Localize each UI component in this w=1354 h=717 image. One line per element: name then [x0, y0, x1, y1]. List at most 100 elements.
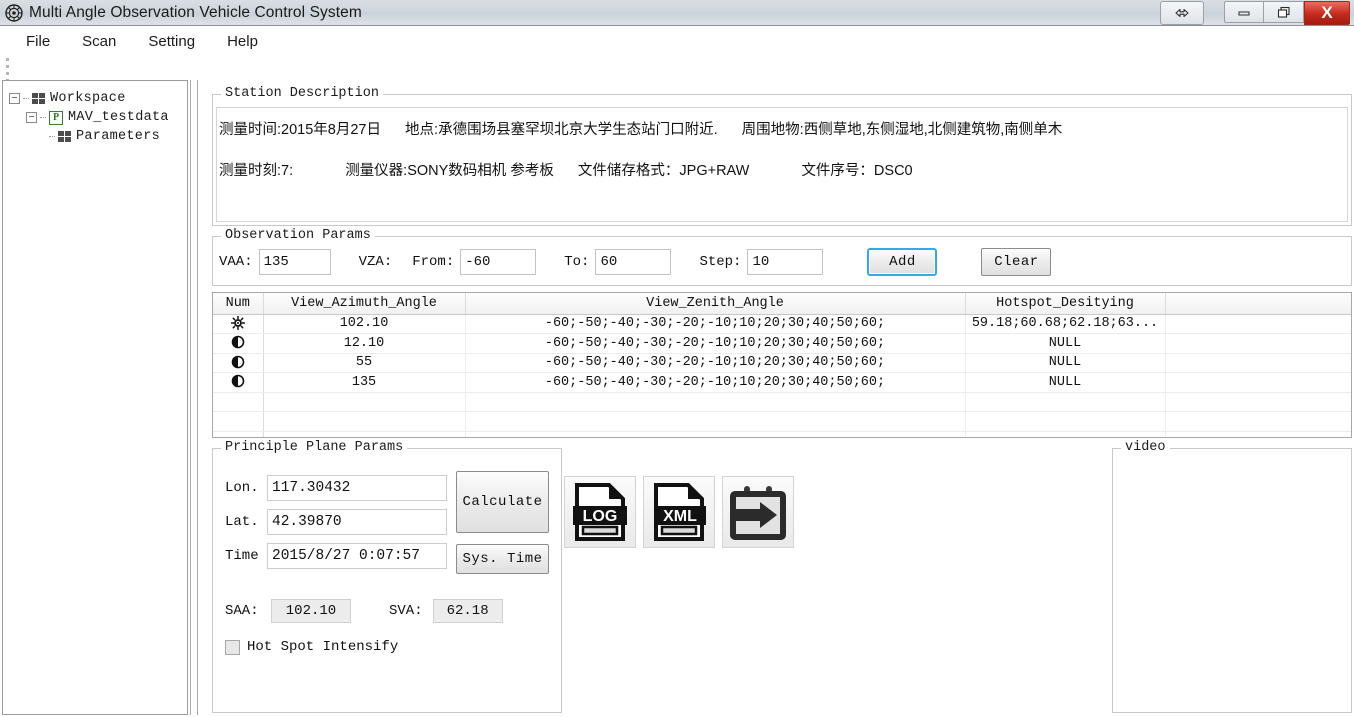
window-title: Multi Angle Observation Vehicle Control …	[29, 3, 362, 21]
row-num-cell	[213, 372, 264, 393]
table-row[interactable]: 102.10 -60;-50;-40;-30;-20;-10;10;20;30;…	[213, 314, 1351, 334]
menu-item-help[interactable]: Help	[213, 30, 272, 53]
surroundings-text: 周围地物:西侧草地,东侧湿地,北侧建筑物,南侧单木	[741, 122, 1063, 138]
observation-params-group: Observation Params VAA: 135 VZA: From: -…	[212, 228, 1352, 286]
observation-table[interactable]: Num View_Azimuth_Angle View_Zenith_Angle…	[212, 292, 1352, 438]
svg-text:LOG: LOG	[583, 508, 618, 525]
table-row-empty[interactable]	[213, 411, 1351, 432]
close-button[interactable]: X	[1304, 0, 1350, 25]
from-label: From:	[412, 254, 455, 270]
half-moon-icon	[231, 375, 245, 388]
hot-spot-intensify-checkbox[interactable]	[225, 639, 240, 655]
row-extra-cell	[1165, 353, 1351, 373]
station-description-group: Station Description 测量时间:2015年8月27日 地点:承…	[212, 86, 1352, 226]
row-num-cell	[213, 314, 264, 334]
table-row-empty[interactable]	[213, 392, 1351, 412]
calculate-button[interactable]: Calculate	[456, 471, 549, 533]
table-row[interactable]: 55 -60;-50;-40;-30;-20;-10;10;20;30;40;5…	[213, 353, 1351, 373]
svg-text:XML: XML	[663, 508, 697, 525]
row-hotspot-cell: NULL	[965, 372, 1166, 393]
column-header-view-zenith-angle[interactable]: View_Zenith_Angle	[465, 293, 966, 315]
row-hotspot-cell: NULL	[965, 333, 1166, 354]
row-extra-cell	[1165, 333, 1351, 354]
sva-label: SVA:	[389, 603, 423, 619]
hot-spot-intensify-label: Hot Spot Intensify	[247, 639, 399, 655]
lat-row: Lat. 42.39870	[225, 509, 447, 535]
vza-from-input[interactable]: -60	[460, 249, 537, 275]
vza-to-input[interactable]: 60	[595, 249, 672, 275]
clear-button[interactable]: Clear	[981, 248, 1052, 276]
video-group: video	[1112, 440, 1352, 713]
row-extra-cell	[1165, 372, 1351, 393]
observation-params-row: VAA: 135 VZA: From: -60 To: 60 Step: 10 …	[219, 245, 1347, 279]
tree-node-label: Workspace	[50, 91, 126, 106]
saa-label: SAA:	[225, 603, 259, 619]
step-label: Step:	[699, 254, 742, 270]
column-header-hotspot-desitying[interactable]: Hotspot_Desitying	[965, 293, 1166, 315]
tree-node-mav-testdata[interactable]: − P MAV_testdata	[9, 108, 187, 127]
menu-bar: File Scan Setting Help	[0, 26, 1354, 57]
row-zenith-cell: -60;-50;-40;-30;-20;-10;10;20;30;40;50;6…	[465, 333, 966, 354]
file-format-text: 文件储存格式：JPG+RAW	[577, 163, 750, 179]
measure-moment-text: 测量时刻:7:	[219, 163, 294, 179]
log-file-icon: LOG	[573, 483, 627, 541]
minimize-icon	[1238, 11, 1250, 15]
row-hotspot-cell: 59.18;60.68;62.18;63...	[965, 314, 1166, 334]
tree-node-label: Parameters	[76, 129, 161, 144]
column-header-num[interactable]: Num	[213, 293, 264, 315]
vza-label: VZA:	[358, 254, 393, 270]
resize-arrows-icon	[1175, 8, 1189, 17]
half-moon-icon	[231, 355, 245, 369]
export-button[interactable]	[722, 476, 794, 548]
add-button[interactable]: Add	[867, 248, 938, 276]
minimize-button[interactable]	[1224, 0, 1264, 23]
row-azimuth-cell: 135	[263, 372, 466, 393]
row-azimuth-cell: 12.10	[263, 333, 466, 354]
toolbar-gripper[interactable]	[6, 58, 11, 82]
observation-params-legend: Observation Params	[221, 228, 375, 243]
menu-item-scan[interactable]: Scan	[68, 30, 130, 53]
time-label: Time	[225, 548, 259, 564]
tree-dots	[49, 136, 55, 137]
row-extra-cell	[1165, 314, 1351, 334]
hotspot-intensify-row[interactable]: Hot Spot Intensify	[225, 639, 398, 655]
table-row[interactable]: 12.10 -60;-50;-40;-30;-20;-10;10;20;30;4…	[213, 333, 1351, 354]
instrument-text: 测量仪器:SONY数码相机 参考板	[345, 163, 554, 179]
sys-time-button[interactable]: Sys. Time	[456, 544, 549, 574]
row-num-cell	[213, 353, 264, 373]
log-file-button[interactable]: LOG	[564, 476, 636, 548]
lat-input[interactable]: 42.39870	[267, 509, 447, 535]
tree-node-parameters[interactable]: Parameters	[9, 127, 187, 146]
table-row-empty[interactable]	[213, 431, 1351, 437]
expander-minus-icon[interactable]: −	[9, 93, 20, 104]
tree-dots	[40, 117, 46, 118]
vaa-input[interactable]: 135	[258, 249, 331, 275]
to-label: To:	[564, 254, 590, 270]
window-controls: X	[1224, 0, 1350, 25]
app-wheel-icon	[5, 3, 23, 22]
measure-time-text: 测量时间:2015年8月27日	[219, 122, 381, 138]
restore-button[interactable]	[1264, 0, 1304, 23]
table-body: 102.10 -60;-50;-40;-30;-20;-10;10;20;30;…	[213, 314, 1351, 437]
tree-node-workspace[interactable]: − Workspace	[9, 89, 187, 108]
video-display-area[interactable]	[1115, 451, 1349, 710]
time-input[interactable]: 2015/8/27 0:07:57	[267, 543, 447, 569]
grid-icon	[32, 93, 45, 104]
station-description-legend: Station Description	[221, 86, 383, 101]
xml-file-button[interactable]: XML	[643, 476, 715, 548]
expander-minus-icon[interactable]: −	[26, 112, 37, 123]
lon-input[interactable]: 117.30432	[267, 475, 447, 501]
row-azimuth-cell: 55	[263, 353, 466, 373]
row-num-cell	[213, 333, 264, 354]
resize-toggle-button[interactable]	[1160, 0, 1204, 25]
menu-item-file[interactable]: File	[12, 30, 64, 53]
lon-row: Lon. 117.30432	[225, 475, 447, 501]
menu-item-setting[interactable]: Setting	[134, 30, 209, 53]
workspace-tree: − Workspace − P MAV_testdata Parameters	[3, 81, 187, 146]
table-row[interactable]: 135 -60;-50;-40;-30;-20;-10;10;20;30;40;…	[213, 372, 1351, 393]
lat-label: Lat.	[225, 514, 259, 530]
column-header-blank[interactable]	[1165, 293, 1351, 315]
column-header-view-azimuth-angle[interactable]: View_Azimuth_Angle	[263, 293, 466, 315]
step-input[interactable]: 10	[747, 249, 824, 275]
panel-splitter[interactable]	[190, 80, 198, 715]
